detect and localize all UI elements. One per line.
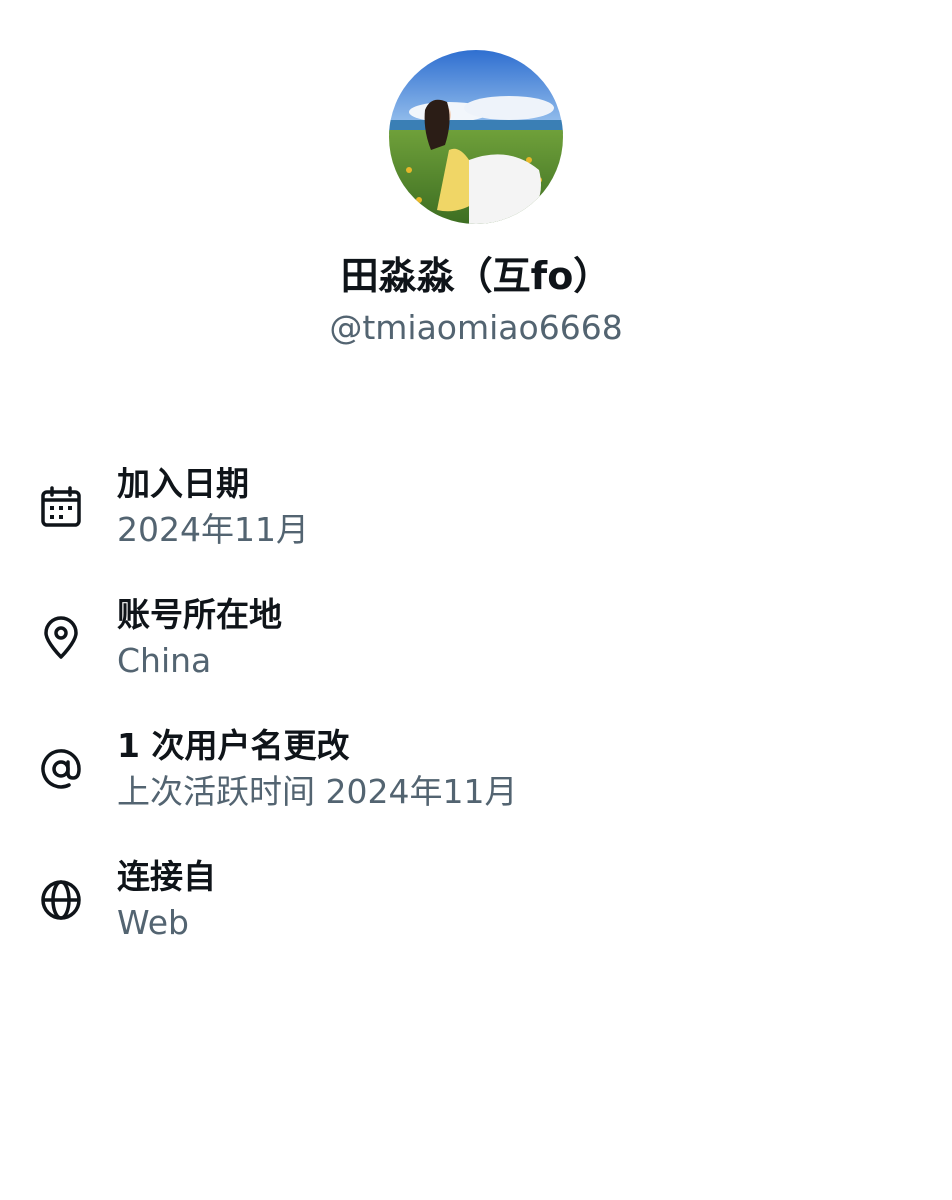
info-title: 1 次用户名更改 — [117, 726, 350, 765]
user-handle: @tmiaomiao6668 — [329, 308, 623, 347]
info-title: 账号所在地 — [117, 595, 282, 634]
account-info-list: 加入日期 2024年11月 账号所在地 China 1 次用户名更改 上次活跃时… — [0, 462, 952, 986]
display-name: 田淼淼（互fo） — [340, 254, 612, 298]
info-value: Web — [117, 903, 189, 942]
calendar-icon — [38, 484, 84, 530]
info-value: 上次活跃时间 2024年11月 — [117, 772, 518, 811]
avatar[interactable] — [389, 50, 563, 224]
location-pin-icon — [38, 615, 84, 661]
info-row-join-date: 加入日期 2024年11月 — [0, 462, 952, 593]
avatar-image — [389, 50, 563, 224]
info-title: 加入日期 — [117, 464, 249, 503]
profile-header: 田淼淼（互fo） @tmiaomiao6668 — [0, 50, 952, 348]
info-row-account-location: 账号所在地 China — [0, 593, 952, 724]
info-title: 连接自 — [117, 857, 216, 896]
globe-icon — [38, 877, 84, 923]
info-row-username-changes: 1 次用户名更改 上次活跃时间 2024年11月 — [0, 724, 952, 855]
at-sign-icon — [38, 746, 84, 792]
info-value: 2024年11月 — [117, 510, 309, 549]
info-value: China — [117, 641, 212, 680]
info-row-connected-via: 连接自 Web — [0, 855, 952, 986]
